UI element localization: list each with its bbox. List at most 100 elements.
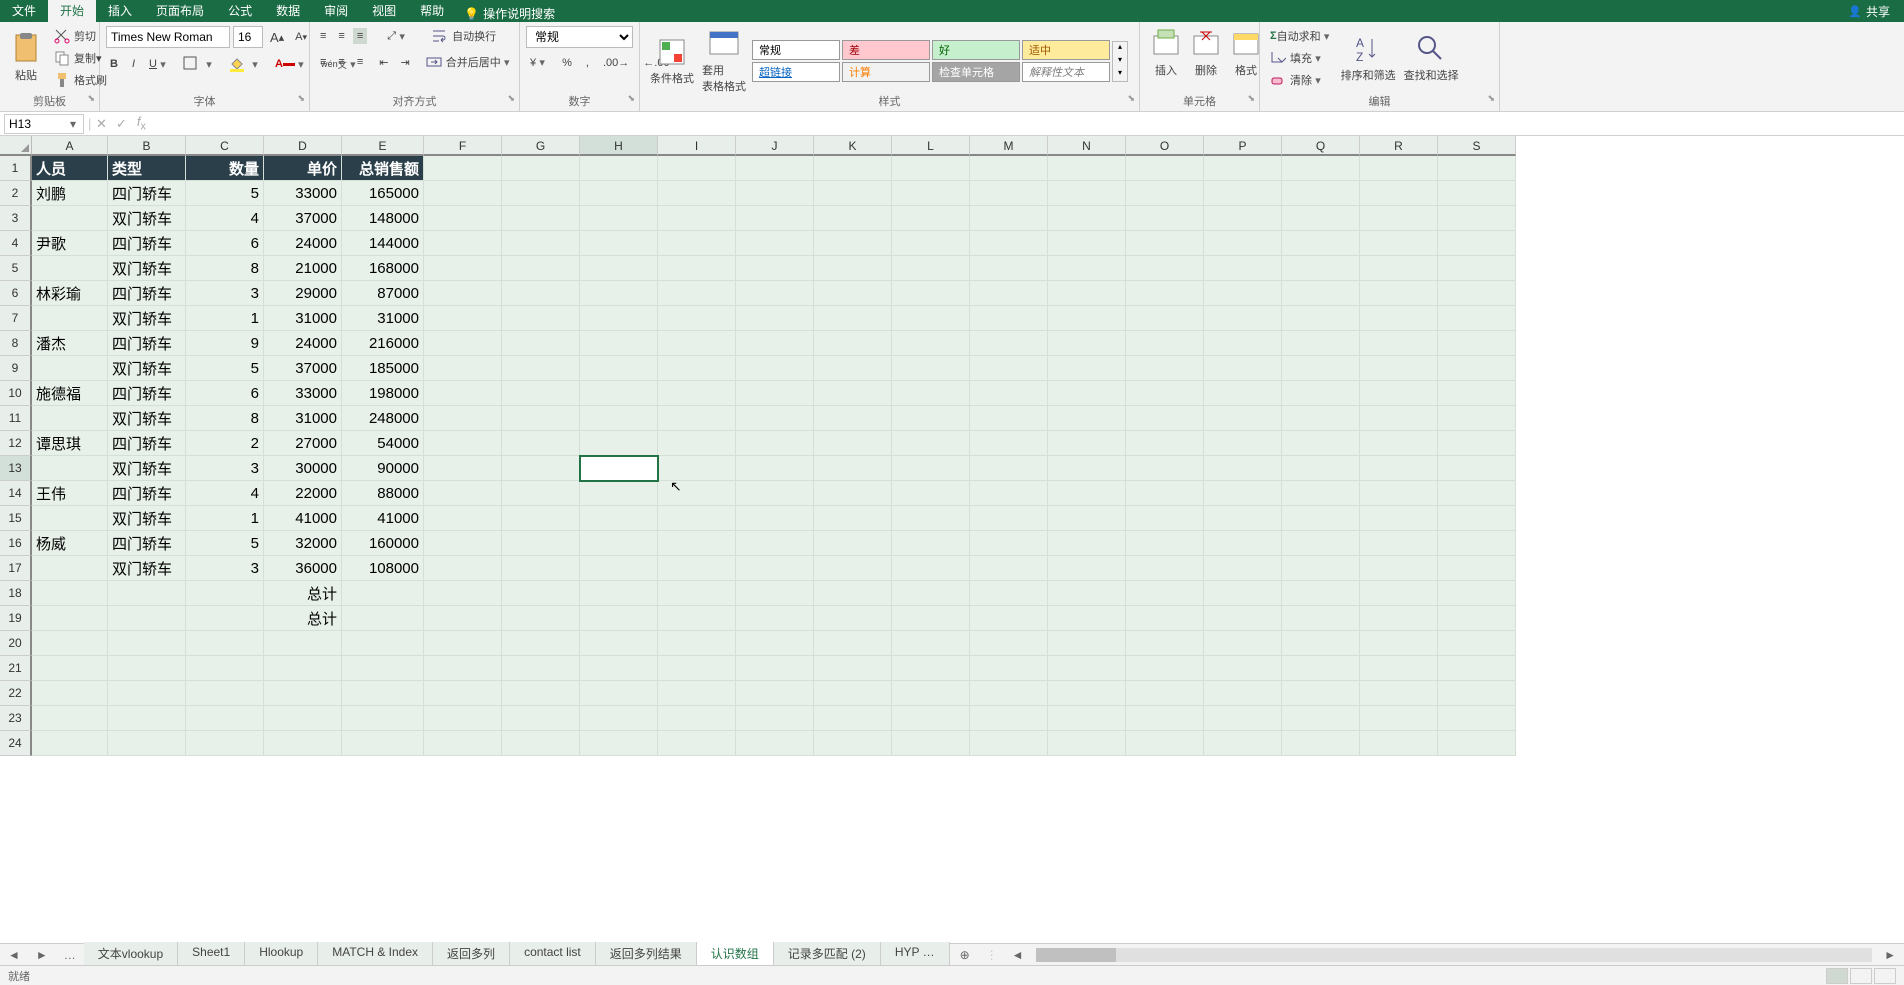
sheet-tab[interactable]: HYP … xyxy=(881,942,950,967)
cell[interactable] xyxy=(736,531,814,556)
cell[interactable] xyxy=(1360,631,1438,656)
cell[interactable] xyxy=(108,681,186,706)
normal-view-button[interactable] xyxy=(1826,968,1848,984)
cell[interactable] xyxy=(502,306,580,331)
sheet-nav-prev[interactable]: ◄ xyxy=(0,948,28,962)
cell[interactable] xyxy=(424,181,502,206)
cell[interactable]: 总计 xyxy=(264,581,342,606)
cell[interactable] xyxy=(424,206,502,231)
cell[interactable]: 四门轿车 xyxy=(108,481,186,506)
cell[interactable]: 四门轿车 xyxy=(108,381,186,406)
cell[interactable] xyxy=(264,731,342,756)
cell[interactable] xyxy=(892,681,970,706)
sheet-tab[interactable]: 文本vlookup xyxy=(84,942,178,967)
cell[interactable] xyxy=(1204,506,1282,531)
cell[interactable] xyxy=(424,681,502,706)
cell[interactable] xyxy=(502,506,580,531)
cell[interactable] xyxy=(424,481,502,506)
cell[interactable] xyxy=(580,656,658,681)
cell[interactable] xyxy=(1438,206,1516,231)
cell[interactable] xyxy=(1204,606,1282,631)
cell[interactable] xyxy=(32,356,108,381)
cell[interactable] xyxy=(736,506,814,531)
enter-formula-button[interactable]: ✓ xyxy=(111,116,131,132)
cell[interactable]: 王伟 xyxy=(32,481,108,506)
cell[interactable]: 双门轿车 xyxy=(108,206,186,231)
column-header-M[interactable]: M xyxy=(970,136,1048,156)
cell[interactable]: 168000 xyxy=(342,256,424,281)
cell[interactable] xyxy=(736,556,814,581)
cell[interactable] xyxy=(970,631,1048,656)
cell[interactable] xyxy=(580,731,658,756)
cell[interactable] xyxy=(1048,381,1126,406)
cell[interactable] xyxy=(1360,381,1438,406)
row-header[interactable]: 4 xyxy=(0,231,32,256)
cell[interactable] xyxy=(32,406,108,431)
row-header[interactable]: 5 xyxy=(0,256,32,281)
cell[interactable] xyxy=(1438,656,1516,681)
cell[interactable] xyxy=(424,431,502,456)
cell[interactable] xyxy=(1204,381,1282,406)
cell[interactable] xyxy=(970,256,1048,281)
cell[interactable] xyxy=(1438,506,1516,531)
cell[interactable] xyxy=(658,256,736,281)
cell[interactable] xyxy=(1126,281,1204,306)
cell[interactable] xyxy=(658,581,736,606)
column-header-B[interactable]: B xyxy=(108,136,186,156)
cell[interactable] xyxy=(108,606,186,631)
cell[interactable] xyxy=(1048,631,1126,656)
cell[interactable] xyxy=(892,406,970,431)
style-good[interactable]: 好 xyxy=(932,40,1020,60)
cell[interactable] xyxy=(264,656,342,681)
cell[interactable] xyxy=(970,231,1048,256)
tab-insert[interactable]: 插入 xyxy=(96,0,144,22)
cell[interactable] xyxy=(736,356,814,381)
cell[interactable]: 33000 xyxy=(264,381,342,406)
page-break-view-button[interactable] xyxy=(1874,968,1896,984)
cell[interactable] xyxy=(1282,181,1360,206)
cell[interactable] xyxy=(32,631,108,656)
row-header[interactable]: 10 xyxy=(0,381,32,406)
cell[interactable] xyxy=(658,531,736,556)
row-header[interactable]: 12 xyxy=(0,431,32,456)
cell[interactable]: 刘鹏 xyxy=(32,181,108,206)
cell[interactable] xyxy=(186,606,264,631)
cell[interactable]: 6 xyxy=(186,381,264,406)
cell[interactable] xyxy=(658,231,736,256)
row-header[interactable]: 1 xyxy=(0,156,32,181)
cell[interactable] xyxy=(658,556,736,581)
cell[interactable]: 33000 xyxy=(264,181,342,206)
cell[interactable] xyxy=(658,481,736,506)
row-header[interactable]: 22 xyxy=(0,681,32,706)
cell[interactable] xyxy=(502,531,580,556)
orientation-button[interactable]: ⤢▾ xyxy=(383,28,412,45)
cell[interactable] xyxy=(1438,681,1516,706)
cell[interactable] xyxy=(970,156,1048,181)
cell[interactable] xyxy=(32,206,108,231)
cell[interactable] xyxy=(424,706,502,731)
cell[interactable] xyxy=(1360,281,1438,306)
cell[interactable] xyxy=(814,656,892,681)
cell[interactable] xyxy=(1126,531,1204,556)
cell[interactable] xyxy=(186,731,264,756)
cell[interactable] xyxy=(658,606,736,631)
cell[interactable] xyxy=(580,556,658,581)
number-format-select[interactable]: 常规 xyxy=(526,26,633,48)
cell[interactable] xyxy=(580,356,658,381)
cell[interactable] xyxy=(658,406,736,431)
cell[interactable] xyxy=(424,506,502,531)
cell[interactable] xyxy=(814,406,892,431)
cell[interactable] xyxy=(1282,481,1360,506)
tab-formulas[interactable]: 公式 xyxy=(216,0,264,22)
cell[interactable] xyxy=(502,181,580,206)
cell[interactable]: 双门轿车 xyxy=(108,456,186,481)
cell[interactable] xyxy=(32,656,108,681)
cell[interactable] xyxy=(658,381,736,406)
grow-font-button[interactable]: A▴ xyxy=(266,28,288,47)
cell[interactable] xyxy=(1126,556,1204,581)
cell[interactable] xyxy=(1438,281,1516,306)
cell[interactable] xyxy=(814,731,892,756)
cell[interactable]: 21000 xyxy=(264,256,342,281)
cell[interactable] xyxy=(342,681,424,706)
tab-help[interactable]: 帮助 xyxy=(408,0,456,22)
